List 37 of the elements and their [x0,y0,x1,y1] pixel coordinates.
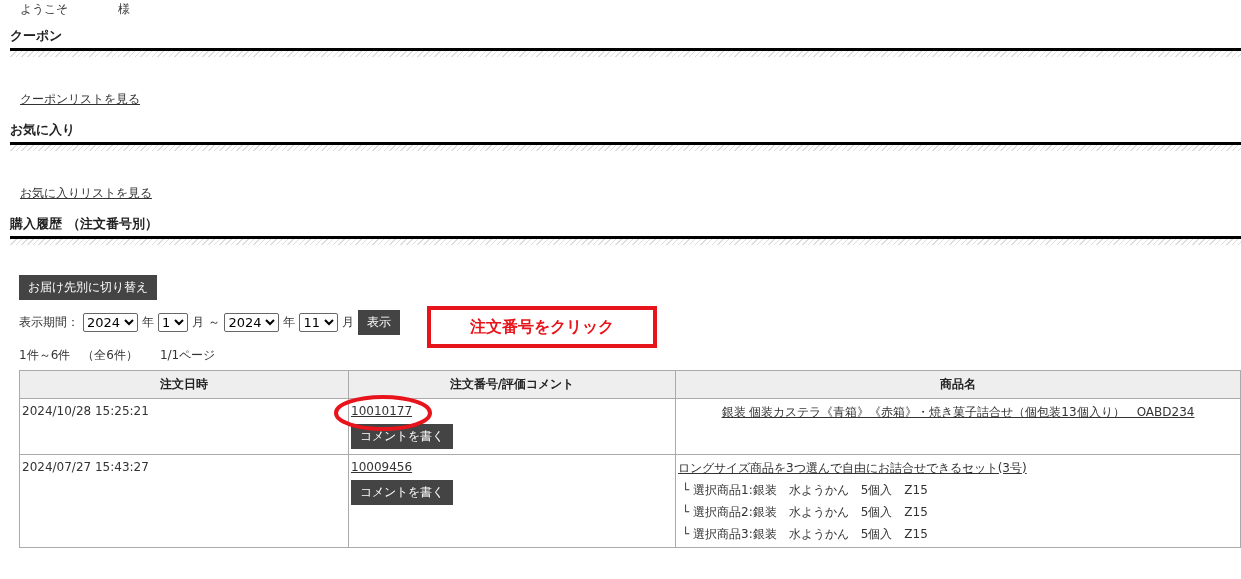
unit-text: 月 [342,314,354,331]
result-count: 1件～6件 （全6件） [19,347,138,364]
unit-text: 年 [283,314,296,331]
section-heading: クーポン [10,27,63,45]
order-date: 2024/10/28 15:25:21 [22,404,149,418]
order-date: 2024/07/27 15:43:27 [22,460,149,474]
chevron-down-icon [124,319,135,326]
chevron-down-icon [265,319,276,326]
unit-text: 年 [142,314,155,331]
order-number-link[interactable]: 10009456 [351,460,413,474]
page-count: 1/1ページ [159,347,216,364]
dropdown[interactable]: 2024 [224,313,280,332]
dropdown[interactable]: 11 [299,313,338,332]
comment-button[interactable]: コメントを書く [351,480,453,505]
column-header: 注文日時 [19,370,349,399]
product-link[interactable]: ロングサイズ商品を3つ選んで自由にお詰合せできるセット(3号) [678,461,1027,475]
column-header: 商品名 [675,370,1241,399]
tilde-text: ～ [208,314,221,331]
chevron-down-icon [174,319,185,326]
list-link[interactable]: クーポンリストを見る [20,92,140,106]
switch-button[interactable]: お届け先別に切り替え [19,275,157,300]
list-link[interactable]: お気に入りリストを見る [20,186,152,200]
period-label: 表示期間： [19,314,79,331]
chevron-down-icon [324,319,334,326]
option-item: └ 選択商品1:銀装 水ようかん 5個入 Z15 [681,481,929,499]
show-button[interactable]: 表示 [358,310,400,335]
section-heading: お気に入り [10,121,76,139]
unit-text: 月 [192,314,205,331]
honorific-text: 様 [118,0,130,18]
dropdown[interactable]: 1 [158,313,189,332]
callout-note: 注文番号をクリック [427,306,657,348]
welcome-text: ようこそ [20,0,68,18]
column-header: 注文番号/評価コメント [348,370,676,399]
section-heading: 購入履歴 （注文番号別） [10,215,159,233]
option-item: └ 選択商品3:銀装 水ようかん 5個入 Z15 [681,525,929,543]
option-item: └ 選択商品2:銀装 水ようかん 5個入 Z15 [681,503,929,521]
dropdown[interactable]: 2024 [83,313,139,332]
